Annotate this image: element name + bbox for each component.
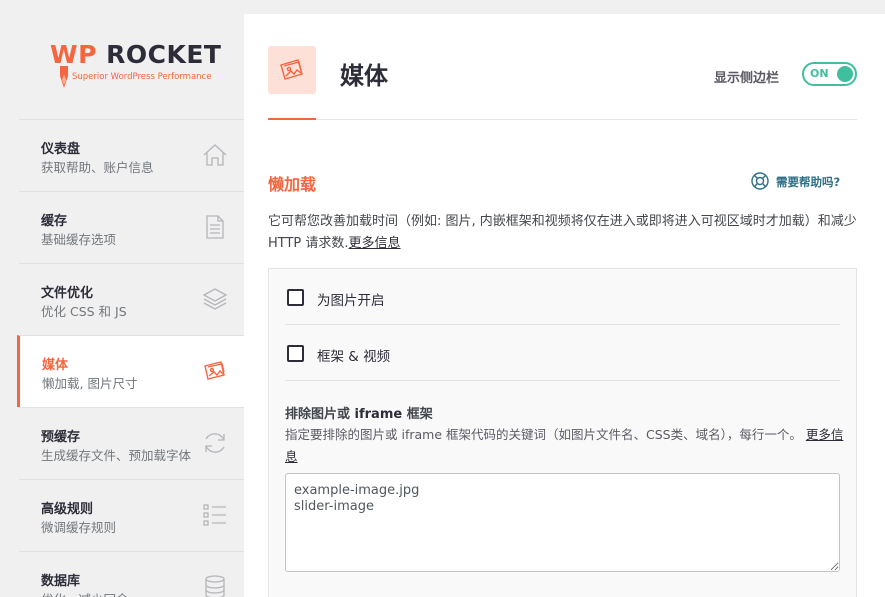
database-icon bbox=[205, 575, 225, 597]
more-info-link[interactable]: 更多信息 bbox=[349, 236, 401, 251]
sidebar-item-title: 文件优化 bbox=[41, 286, 94, 301]
page-icon-box bbox=[268, 46, 316, 94]
lifebuoy-icon bbox=[751, 172, 769, 190]
option-iframes-videos[interactable]: 框架 & 视频 bbox=[285, 325, 840, 381]
header-divider bbox=[268, 119, 857, 120]
list-icon bbox=[203, 504, 226, 526]
exclude-title: 排除图片或 iframe 框架 bbox=[285, 403, 433, 422]
sidebar-item-desc: 微调缓存规则 bbox=[41, 520, 117, 535]
sidebar-item-title: 高级规则 bbox=[41, 502, 94, 517]
sidebar-nav: 仪表盘 获取帮助、账户信息 缓存 基础缓存选项 文件优化 优化 CSS 和 JS… bbox=[17, 119, 244, 597]
images-lazyload-label[interactable]: 为图片开启 bbox=[317, 289, 385, 309]
sidebar-item-media[interactable]: 媒体 懒加载, 图片尺寸 bbox=[17, 335, 244, 407]
sidebar-item-title: 数据库 bbox=[41, 574, 81, 589]
sidebar-item-cache[interactable]: 缓存 基础缓存选项 bbox=[19, 191, 244, 263]
sidebar-item-preload[interactable]: 预缓存 生成缓存文件、预加载字体 bbox=[19, 407, 244, 479]
sidebar-item-database[interactable]: 数据库 优化、减少冗余 bbox=[19, 551, 244, 597]
sidebar-item-title: 缓存 bbox=[41, 214, 68, 229]
exclude-title-suffix: 框架 bbox=[402, 407, 433, 422]
layers-icon bbox=[202, 288, 228, 310]
toggle-state-text: ON bbox=[810, 67, 829, 80]
logo-tagline: Superior WordPress Performance bbox=[72, 72, 212, 82]
option-images[interactable]: 为图片开启 bbox=[285, 269, 840, 325]
images-icon bbox=[204, 361, 225, 380]
document-icon bbox=[206, 215, 224, 239]
logo-wp-text: WP bbox=[50, 40, 97, 69]
sidebar-item-advanced-rules[interactable]: 高级规则 微调缓存规则 bbox=[19, 479, 244, 551]
home-icon bbox=[203, 144, 227, 166]
sidebar-item-title: 媒体 bbox=[42, 358, 69, 373]
logo-rocket-text: ROCKET bbox=[106, 40, 222, 69]
lazyload-options-card: 为图片开启 框架 & 视频 排除图片或 iframe 框架 指定要排除的图片或 … bbox=[268, 268, 857, 597]
images-lazyload-checkbox[interactable] bbox=[287, 289, 304, 306]
sidebar-item-file-optimization[interactable]: 文件优化 优化 CSS 和 JS bbox=[19, 263, 244, 335]
exclude-title-prefix: 排除图片或 bbox=[285, 407, 355, 422]
main-panel: 媒体 显示侧边栏 ON 懒加载 需要帮助吗? 它可帮您改善加载时间（例如: 图片… bbox=[244, 14, 885, 597]
sidebar-item-title: 预缓存 bbox=[41, 430, 81, 445]
sidebar-item-desc: 基础缓存选项 bbox=[41, 232, 117, 247]
show-sidebar-toggle[interactable]: ON bbox=[802, 62, 857, 86]
iframes-lazyload-checkbox[interactable] bbox=[287, 345, 304, 362]
sidebar-item-dashboard[interactable]: 仪表盘 获取帮助、账户信息 bbox=[19, 119, 244, 191]
sidebar-item-desc: 懒加载, 图片尺寸 bbox=[42, 376, 138, 391]
sidebar-item-desc: 生成缓存文件、预加载字体 bbox=[41, 448, 192, 463]
wp-rocket-logo[interactable]: WP ROCKET Superior WordPress Performance bbox=[50, 40, 222, 92]
header-underline bbox=[268, 118, 316, 120]
sidebar: WP ROCKET Superior WordPress Performance… bbox=[0, 0, 244, 597]
page-title: 媒体 bbox=[340, 62, 388, 90]
sidebar-item-desc: 获取帮助、账户信息 bbox=[41, 160, 154, 175]
lazyload-description: 它可帮您改善加载时间（例如: 图片, 内嵌框架和视频将仅在进入或即将进入可视区域… bbox=[268, 211, 868, 255]
sidebar-item-desc: 优化 CSS 和 JS bbox=[41, 304, 127, 319]
iframes-lazyload-label[interactable]: 框架 & 视频 bbox=[317, 345, 390, 365]
exclude-title-bold: iframe bbox=[354, 407, 403, 422]
rocket-flame-icon bbox=[60, 66, 68, 88]
show-sidebar-label: 显示侧边栏 bbox=[714, 71, 780, 86]
refresh-icon bbox=[205, 433, 225, 453]
lazyload-section-title: 懒加载 bbox=[268, 175, 317, 194]
sidebar-item-desc: 优化、减少冗余 bbox=[41, 589, 129, 597]
images-icon bbox=[280, 59, 303, 80]
need-help-text: 需要帮助吗? bbox=[776, 175, 841, 189]
exclude-description-text: 指定要排除的图片或 iframe 框架代码的关键词（如图片文件名、CSS类、域名… bbox=[285, 427, 802, 442]
toggle-knob bbox=[837, 66, 853, 82]
exclude-keywords-textarea[interactable] bbox=[285, 473, 840, 572]
exclude-description: 指定要排除的图片或 iframe 框架代码的关键词（如图片文件名、CSS类、域名… bbox=[285, 424, 845, 468]
sidebar-item-title: 仪表盘 bbox=[41, 142, 81, 157]
